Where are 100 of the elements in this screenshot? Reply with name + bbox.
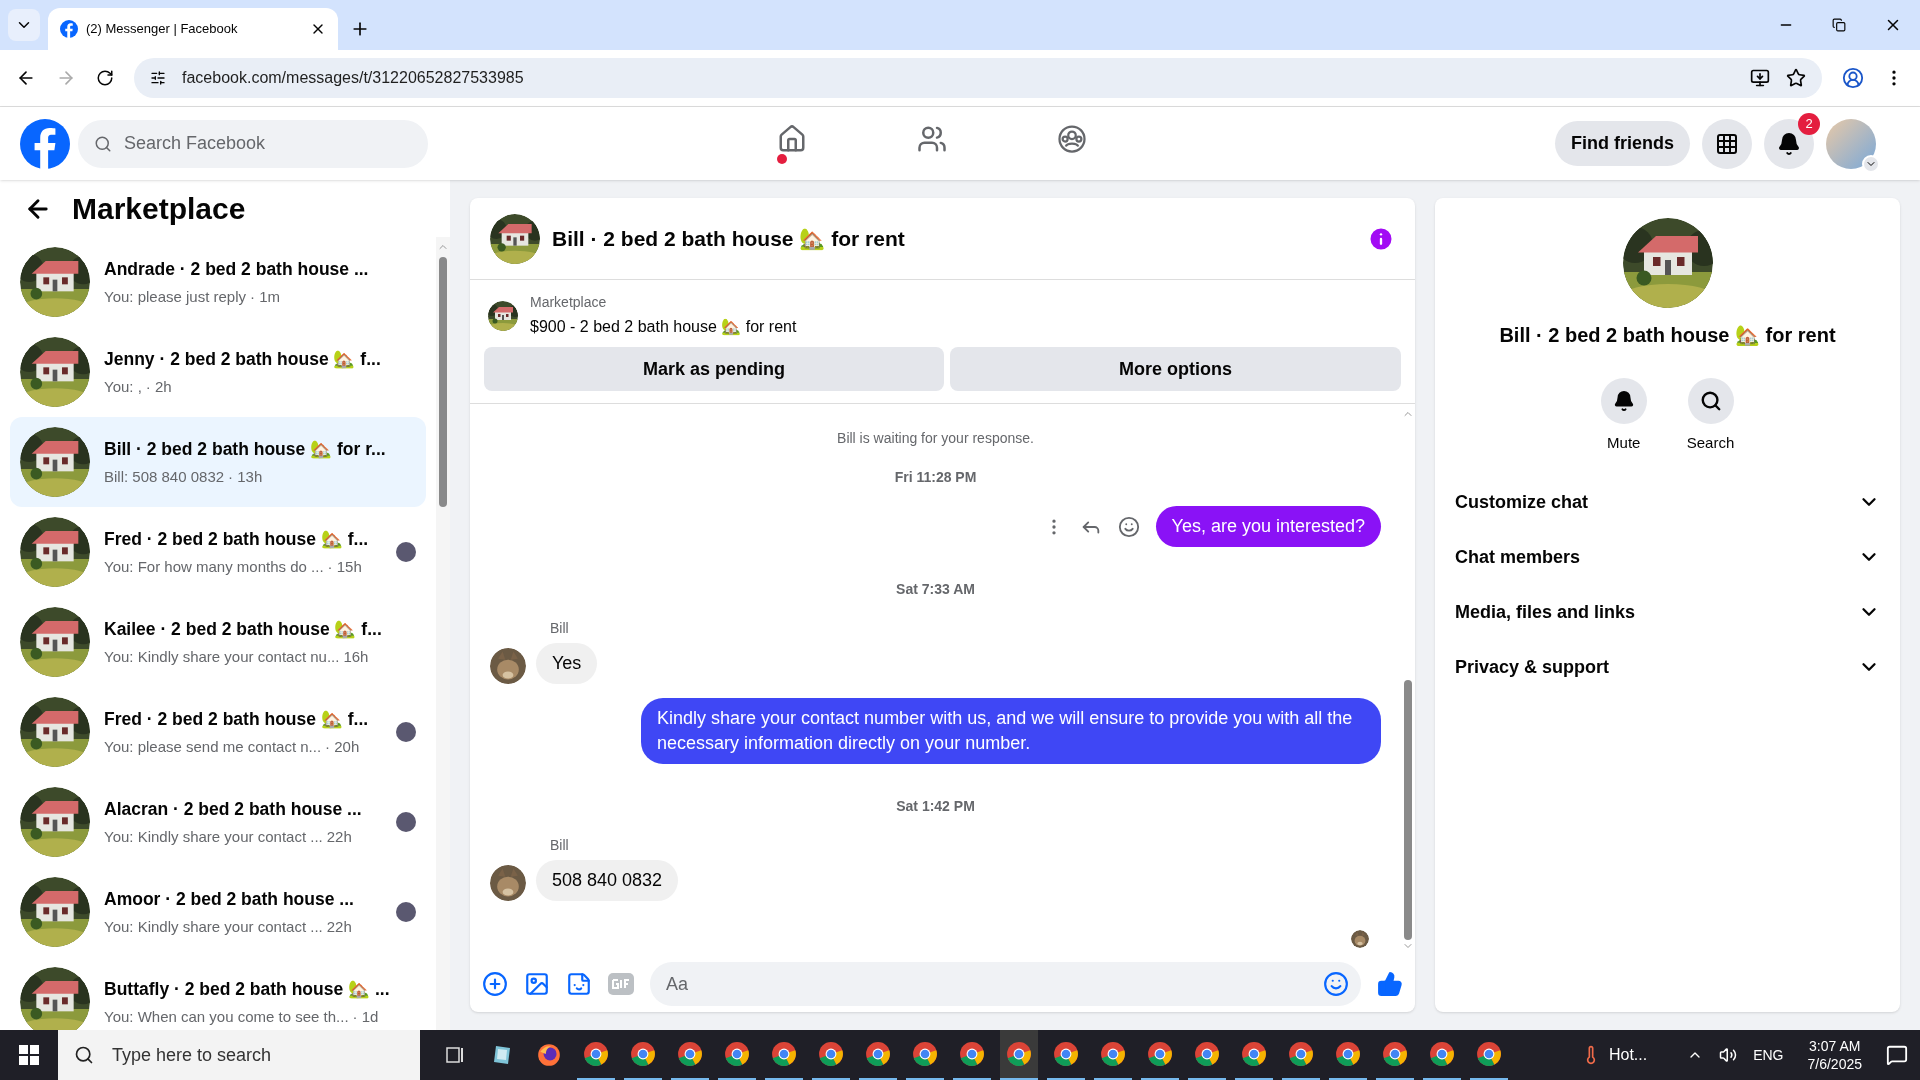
groups-icon[interactable] [1056, 123, 1087, 154]
message-time: · 1d [352, 1007, 379, 1028]
conversation-item[interactable]: Jenny · 2 bed 2 bath house 🏡 f... You: , · 2h [10, 327, 426, 417]
sticker-icon[interactable] [566, 971, 592, 997]
conversation-item[interactable]: Alacran · 2 bed 2 bath house ... You: Kindly share your contact ... 22h [10, 777, 426, 867]
conversation-item[interactable]: Kailee · 2 bed 2 bath house 🏡 f... You: Kindly share your contact nu... 16h [10, 597, 426, 687]
search-icon [1699, 390, 1722, 412]
browser-icon [912, 1041, 938, 1067]
browser-icon [1382, 1041, 1408, 1067]
timestamp: Fri 11:28 PM [894, 468, 977, 487]
reload-icon[interactable] [96, 69, 114, 87]
volume-icon[interactable] [1719, 1046, 1738, 1064]
home-icon[interactable] [776, 123, 807, 154]
search-field[interactable]: Search Facebook [78, 119, 428, 168]
message-preview: You: Kindly share your contact ... [104, 827, 323, 848]
conversation-title: Kailee · 2 bed 2 bath house 🏡 f... [104, 618, 382, 642]
timestamp: Sat 1:42 PM [896, 797, 975, 816]
search-icon [94, 134, 112, 153]
menu-button[interactable] [1702, 118, 1752, 169]
clock-time[interactable]: 3:07 AM [1809, 1037, 1861, 1055]
notifications-button[interactable] [1764, 118, 1814, 169]
weather-text[interactable]: Hot... [1608, 1043, 1648, 1067]
action-button[interactable]: Mark as pending [484, 347, 944, 391]
search-icon [74, 1045, 94, 1065]
message-field[interactable]: Aa [650, 962, 1361, 1006]
panel-title: Marketplace [72, 191, 246, 227]
windows-start-icon[interactable] [19, 1045, 39, 1065]
browser-icon [818, 1041, 844, 1067]
conversation-title: Amoor · 2 bed 2 bath house ... [104, 888, 354, 912]
site-settings-icon[interactable] [150, 70, 166, 86]
like-icon[interactable] [1377, 971, 1403, 997]
waiting-notice: Bill is waiting for your response. [837, 429, 1034, 448]
message-time: · 1m [250, 287, 281, 308]
react-icon[interactable] [1117, 515, 1140, 538]
conversation-item[interactable]: Fred · 2 bed 2 bath house 🏡 f... You: please send me contact n... · 20h [10, 687, 426, 777]
bookmark-icon[interactable] [1786, 68, 1806, 88]
address-bar[interactable]: facebook.com/messages/t/31220652827533985 [134, 58, 1822, 98]
browser-icon [1194, 1041, 1220, 1067]
browser-icon [536, 1042, 562, 1068]
conversation-item[interactable]: Fred · 2 bed 2 bath house 🏡 f... You: For how many months do ... · 15h [10, 507, 426, 597]
message-time: 22h [326, 827, 352, 848]
browser-icon [630, 1041, 656, 1067]
language-indicator[interactable]: ENG [1753, 1044, 1784, 1066]
section-label: Customize chat [1455, 490, 1589, 514]
task-view-icon [444, 1044, 466, 1066]
find-friends-button[interactable]: Find friends [1555, 121, 1690, 166]
message-time: · 2h [145, 377, 172, 398]
message-preview: Bill: 508 840 0832 [104, 467, 225, 488]
browser-icon [1476, 1041, 1502, 1067]
browser-icon [959, 1041, 985, 1067]
chat-title: Bill · 2 bed 2 bath house 🏡 for rent [552, 225, 906, 252]
facebook-icon [60, 20, 78, 38]
scrollbar[interactable] [436, 237, 450, 1030]
browser-icon [1006, 1041, 1032, 1067]
install-icon[interactable] [1750, 68, 1770, 88]
scrollbar-thumb[interactable] [439, 257, 447, 507]
browser-tab[interactable]: (2) Messenger | Facebook [48, 8, 338, 50]
message-preview: You: please just reply [104, 287, 247, 308]
taskbar-search[interactable]: Type here to search [58, 1030, 420, 1080]
browser-icon [1147, 1041, 1173, 1067]
section-header[interactable]: Privacy & support [1455, 639, 1880, 695]
message-time: 22h [326, 917, 352, 938]
browser-icon [724, 1041, 750, 1067]
conversation-item[interactable]: Bill · 2 bed 2 bath house 🏡 for r... Bill: 508 840 0832 · 13h [10, 417, 426, 507]
add-icon[interactable] [482, 971, 508, 997]
restore-icon[interactable] [1832, 18, 1846, 32]
listing-label: Marketplace [530, 293, 608, 312]
message-preview: You: For how many months do ... [104, 557, 324, 578]
timestamp: Sat 7:33 AM [896, 580, 975, 599]
browser-icon [583, 1041, 609, 1067]
action-label: Mute [1607, 433, 1641, 453]
message-time: · 13h [228, 467, 263, 488]
facebook-logo[interactable] [20, 118, 70, 169]
action-label: Search [1686, 433, 1735, 453]
section-header[interactable]: Media, files and links [1455, 584, 1880, 640]
section-label: Media, files and links [1455, 600, 1636, 624]
notifications-icon[interactable] [1886, 1044, 1908, 1066]
conversation-item[interactable]: Amoor · 2 bed 2 bath house ... You: Kindly share your contact ... 22h [10, 867, 426, 957]
conversation-item[interactable]: Andrade · 2 bed 2 bath house ... You: please just reply · 1m [10, 237, 426, 327]
message-time: 16h [343, 647, 369, 668]
scrollbar-thumb[interactable] [1404, 680, 1412, 940]
action-button[interactable]: More options [950, 347, 1401, 391]
incoming-message: 508 840 0832 [536, 860, 679, 901]
photo-icon[interactable] [524, 971, 550, 997]
clock-date[interactable]: 7/6/2025 [1807, 1055, 1862, 1073]
browser-icon [1429, 1041, 1455, 1067]
message-time: · 20h [325, 737, 360, 758]
browser-icon [771, 1041, 797, 1067]
conversation-title: Buttafly · 2 bed 2 bath house 🏡 ... [104, 978, 390, 1002]
browser-icon [1288, 1041, 1314, 1067]
profile-icon[interactable] [1842, 67, 1864, 89]
section-header[interactable]: Customize chat [1455, 474, 1880, 530]
emoji-icon[interactable] [1323, 971, 1349, 997]
browser-icon [865, 1041, 891, 1067]
browser-icon [1335, 1041, 1361, 1067]
taskbar-app[interactable] [1000, 1030, 1038, 1080]
section-header[interactable]: Chat members [1455, 529, 1880, 585]
sender-name: Bill [550, 619, 570, 638]
conversation-title: Fred · 2 bed 2 bath house 🏡 f... [104, 708, 369, 732]
conversation-title: Bill · 2 bed 2 bath house 🏡 for r... [104, 438, 386, 462]
